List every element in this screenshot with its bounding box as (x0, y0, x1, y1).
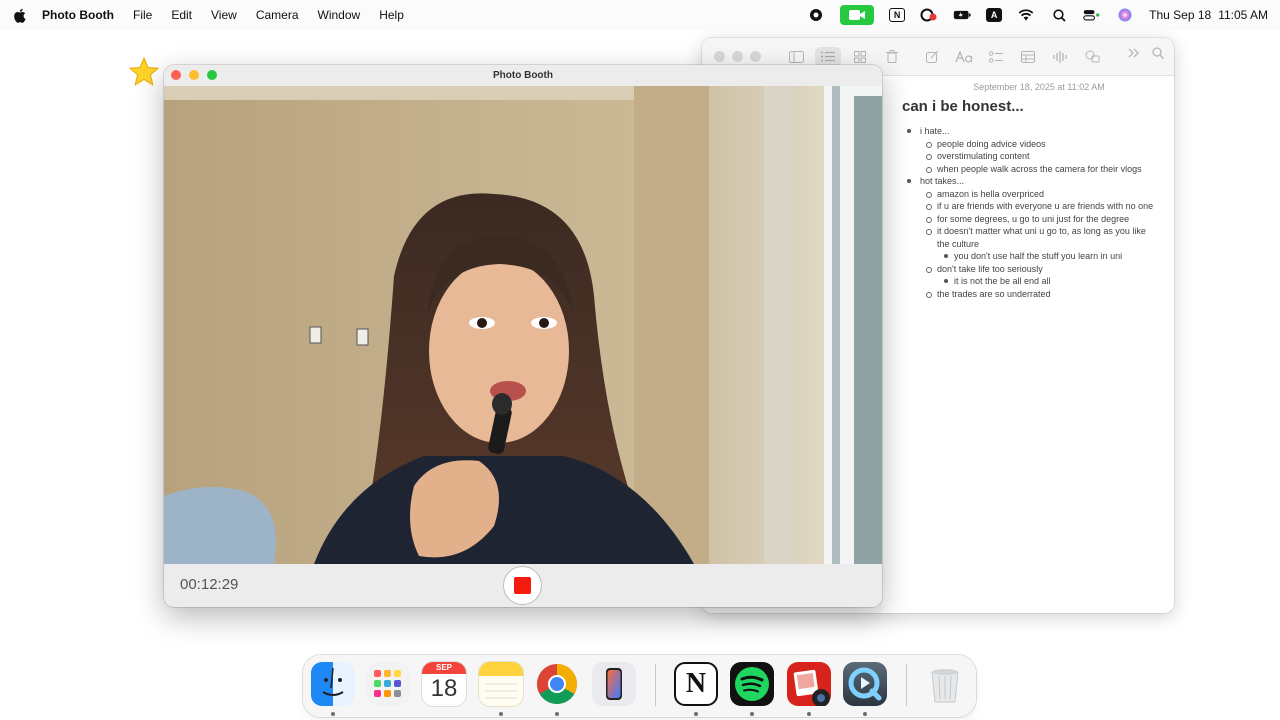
note-editor[interactable]: September 18, 2025 at 11:02 AM can i be … (884, 76, 1174, 613)
menu-edit[interactable]: Edit (171, 8, 192, 22)
dock-notes-icon[interactable] (479, 662, 523, 706)
note-list-item[interactable]: people doing advice videos (902, 138, 1156, 151)
siri-icon[interactable] (1116, 7, 1134, 23)
note-list-item[interactable]: amazon is hella overpriced (902, 188, 1156, 201)
creative-cloud-icon[interactable] (920, 7, 938, 23)
wifi-icon[interactable] (1017, 7, 1035, 23)
note-list-item[interactable]: i hate... (902, 125, 1156, 138)
note-list-item[interactable]: if u are friends with everyone u are fri… (902, 200, 1156, 213)
list-view-icon[interactable] (815, 46, 841, 67)
note-title[interactable]: can i be honest... (902, 98, 1156, 115)
note-list-item[interactable]: you don't use half the stuff you learn i… (902, 250, 1156, 263)
menu-bar: Photo Booth File Edit View Camera Window… (0, 0, 1280, 30)
notion-icon[interactable]: N (889, 8, 906, 22)
photo-booth-titlebar[interactable]: Photo Booth (164, 65, 882, 86)
photo-booth-controls: 00:12:29 (164, 564, 882, 607)
apple-menu-icon[interactable] (13, 8, 27, 23)
note-list-item[interactable]: overstimulating content (902, 150, 1156, 163)
note-list-item[interactable]: don't take life too seriously (902, 263, 1156, 276)
note-date: September 18, 2025 at 11:02 AM (973, 82, 1105, 92)
format-text-icon[interactable] (951, 47, 977, 67)
notes-window-controls (714, 51, 761, 62)
notes-minimize-button[interactable] (732, 51, 743, 62)
table-icon[interactable] (1015, 47, 1041, 67)
dock-calendar-icon[interactable]: SEP 18 (422, 662, 466, 706)
recording-timer: 00:12:29 (180, 576, 239, 593)
menu-camera[interactable]: Camera (256, 8, 299, 22)
stop-recording-button[interactable] (503, 566, 542, 605)
dock-running-indicator (555, 712, 559, 716)
dock-separator (906, 664, 907, 706)
menu-app-name[interactable]: Photo Booth (42, 8, 114, 22)
dock-quicktime-icon[interactable] (843, 662, 887, 706)
checklist-icon[interactable] (983, 47, 1009, 67)
notes-search-icon[interactable] (1152, 47, 1165, 62)
menu-view[interactable]: View (211, 8, 237, 22)
dock-running-indicator (499, 712, 503, 716)
dock-chrome-icon[interactable] (535, 662, 579, 706)
input-source-icon[interactable]: A (986, 8, 1003, 22)
note-list-item[interactable]: when people walk across the camera for t… (902, 163, 1156, 176)
zoom-button[interactable] (207, 70, 217, 80)
close-button[interactable] (171, 70, 181, 80)
notion-logo-letter: N (685, 668, 707, 699)
dock-running-indicator (750, 712, 754, 716)
gallery-view-icon[interactable] (847, 47, 873, 67)
search-icon[interactable] (1050, 7, 1068, 23)
dock-photo-booth-icon[interactable] (787, 662, 831, 707)
window-title: Photo Booth (493, 70, 553, 81)
dock-notion-icon[interactable]: N (674, 662, 718, 706)
menu-help[interactable]: Help (379, 8, 404, 22)
dock: SEP 18 N (303, 655, 976, 717)
note-list-item[interactable]: for some degrees, u go to uni just for t… (902, 213, 1156, 226)
note-list-item[interactable]: the trades are so underrated (902, 288, 1156, 301)
note-bullet-list: i hate... people doing advice videos overs… (902, 125, 1156, 300)
trash-icon[interactable] (879, 47, 905, 67)
camera-preview (164, 86, 882, 564)
clock-date[interactable]: Thu Sep 18 (1149, 8, 1211, 22)
dock-running-indicator (807, 712, 811, 716)
note-list-item[interactable]: hot takes... (902, 175, 1156, 188)
media-shapes-icon[interactable] (1079, 47, 1105, 67)
more-toolbar-icon[interactable] (1128, 47, 1140, 62)
note-list-item[interactable]: it doesn't matter what uni u go to, as l… (902, 225, 1156, 250)
record-indicator-icon[interactable] (807, 7, 825, 23)
dock-trash-icon[interactable] (923, 662, 967, 706)
star-sticker-icon (128, 56, 160, 86)
battery-icon[interactable] (953, 7, 971, 23)
dock-finder-icon[interactable] (311, 662, 355, 706)
calendar-day: 18 (430, 675, 458, 702)
note-list-item[interactable]: it is not the be all end all (902, 275, 1156, 288)
audio-waveform-icon[interactable] (1047, 47, 1073, 67)
menu-window[interactable]: Window (318, 8, 361, 22)
facetime-video-icon[interactable] (840, 5, 875, 25)
minimize-button[interactable] (189, 70, 199, 80)
dock-separator (655, 664, 656, 706)
window-controls (171, 70, 217, 80)
notes-zoom-button[interactable] (750, 51, 761, 62)
stop-icon (514, 577, 531, 594)
compose-icon[interactable] (919, 47, 945, 67)
dock-running-indicator (694, 712, 698, 716)
control-center-icon[interactable] (1083, 7, 1101, 23)
dock-launchpad-icon[interactable] (366, 662, 410, 706)
dock-iphone-mirroring-icon[interactable] (592, 662, 636, 706)
sidebar-toggle-icon[interactable] (783, 47, 809, 67)
dock-running-indicator (331, 712, 335, 716)
dock-spotify-icon[interactable] (730, 662, 774, 706)
notes-close-button[interactable] (714, 51, 725, 62)
menu-file[interactable]: File (133, 8, 152, 22)
webcam-feed-image (164, 86, 882, 564)
calendar-month: SEP (422, 662, 466, 674)
clock-time[interactable]: 11:05 AM (1218, 8, 1268, 22)
dock-running-indicator (863, 712, 867, 716)
photo-booth-window: Photo Booth 00:12:29 (164, 65, 882, 607)
